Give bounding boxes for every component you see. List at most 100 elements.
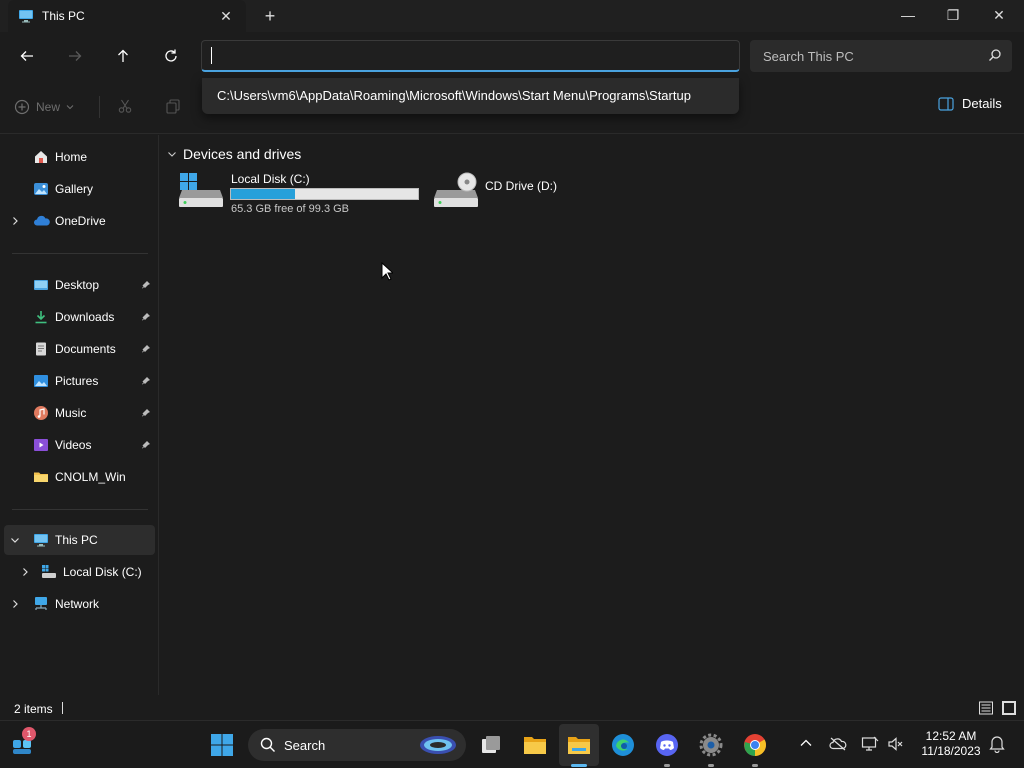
copilot-icon bbox=[418, 734, 458, 759]
chevron-right-icon[interactable] bbox=[20, 566, 30, 580]
sidebar-item-this-pc[interactable]: This PC bbox=[4, 525, 155, 555]
details-button[interactable]: Details bbox=[938, 96, 1002, 111]
drive-usage-bar bbox=[230, 188, 419, 200]
taskbar-settings[interactable] bbox=[695, 729, 727, 761]
group-header-devices[interactable]: Devices and drives bbox=[167, 146, 301, 162]
network-status-icon[interactable] bbox=[861, 736, 879, 755]
sidebar-item-gallery[interactable]: Gallery bbox=[4, 174, 155, 204]
tab-this-pc[interactable]: This PC ✕ bbox=[8, 0, 246, 32]
main-content: Devices and drives Local Disk (C:) 65.3 … bbox=[159, 135, 1024, 695]
drive-cd-d[interactable]: CD Drive (D:) bbox=[433, 172, 583, 212]
system-clock[interactable]: 12:52 AM 11/18/2023 bbox=[912, 729, 990, 759]
taskbar-search[interactable]: Search bbox=[248, 729, 466, 761]
drive-usage-fill bbox=[231, 189, 295, 199]
navigation-bar bbox=[0, 32, 1024, 80]
sidebar-item-desktop[interactable]: Desktop bbox=[4, 270, 155, 300]
music-icon bbox=[33, 405, 49, 424]
sidebar-item-videos[interactable]: Videos bbox=[4, 430, 155, 460]
up-button[interactable] bbox=[111, 44, 135, 68]
taskbar: 1 Search 12:52 AM 11/18/2023 bbox=[0, 720, 1024, 768]
taskbar-chrome[interactable] bbox=[739, 729, 771, 761]
pin-icon[interactable] bbox=[141, 311, 151, 325]
clock-date: 11/18/2023 bbox=[921, 744, 981, 758]
file-explorer-icon bbox=[568, 737, 590, 754]
copy-icon[interactable] bbox=[165, 98, 181, 117]
address-bar[interactable] bbox=[201, 40, 740, 72]
sidebar-item-network[interactable]: Network bbox=[4, 589, 155, 619]
show-hidden-icons-chevron-icon[interactable] bbox=[799, 736, 813, 753]
text-caret bbox=[211, 47, 212, 64]
taskbar-file-explorer-pinned[interactable] bbox=[519, 729, 551, 761]
chevron-right-icon[interactable] bbox=[10, 598, 20, 612]
pin-icon[interactable] bbox=[141, 439, 151, 453]
sidebar-item-label: Local Disk (C:) bbox=[63, 565, 142, 579]
gallery-icon bbox=[33, 181, 49, 200]
new-button-label: New bbox=[36, 100, 61, 114]
sidebar-item-onedrive[interactable]: OneDrive bbox=[4, 206, 155, 236]
forward-button[interactable] bbox=[63, 44, 87, 68]
clock-time: 12:52 AM bbox=[925, 729, 977, 743]
bell-icon[interactable] bbox=[989, 735, 1005, 756]
pin-icon[interactable] bbox=[141, 279, 151, 293]
desktop-icon bbox=[33, 277, 49, 296]
running-app-indicator bbox=[664, 764, 670, 767]
onedrive-offline-icon[interactable] bbox=[829, 736, 847, 755]
maximize-button[interactable]: ❐ bbox=[930, 0, 976, 32]
arrow-right-icon bbox=[69, 51, 82, 61]
sidebar-item-label: Documents bbox=[55, 342, 116, 356]
edge-browser-icon bbox=[612, 734, 634, 756]
taskbar-edge[interactable] bbox=[607, 729, 639, 761]
new-button[interactable]: New bbox=[14, 94, 74, 120]
pin-icon[interactable] bbox=[141, 375, 151, 389]
network-icon bbox=[33, 596, 49, 615]
sidebar-item-cnolm-win[interactable]: CNOLM_Win bbox=[4, 462, 155, 492]
sidebar-item-music[interactable]: Music bbox=[4, 398, 155, 428]
sidebar-item-pictures[interactable]: Pictures bbox=[4, 366, 155, 396]
sidebar-item-documents[interactable]: Documents bbox=[4, 334, 155, 364]
back-button[interactable] bbox=[15, 44, 39, 68]
refresh-button[interactable] bbox=[159, 44, 183, 68]
sidebar-item-label: Network bbox=[55, 597, 100, 611]
add-circle-icon bbox=[14, 99, 30, 115]
sidebar-item-label: This PC bbox=[55, 533, 98, 547]
start-button[interactable] bbox=[206, 729, 238, 761]
pin-icon[interactable] bbox=[141, 407, 151, 421]
details-view-button[interactable] bbox=[978, 700, 994, 716]
sidebar-item-label: Home bbox=[55, 150, 88, 164]
cut-icon[interactable] bbox=[117, 98, 133, 117]
sidebar-item-home[interactable]: Home bbox=[4, 142, 155, 172]
folder-icon bbox=[33, 469, 49, 488]
taskbar-discord[interactable] bbox=[651, 729, 683, 761]
new-tab-button[interactable]: + bbox=[260, 6, 280, 26]
drive-local-disk-c[interactable]: Local Disk (C:) 65.3 GB free of 99.3 GB bbox=[178, 172, 423, 218]
arrow-up-icon bbox=[118, 49, 128, 62]
minimize-button[interactable]: — bbox=[885, 0, 931, 32]
task-view-button[interactable] bbox=[475, 729, 507, 761]
search-input[interactable] bbox=[750, 40, 1012, 72]
taskbar-file-explorer-active[interactable] bbox=[563, 729, 595, 761]
gear-icon bbox=[699, 733, 723, 757]
title-bar: This PC ✕ + — ❐ ✕ bbox=[0, 0, 1024, 32]
chevron-right-icon[interactable] bbox=[10, 215, 20, 229]
running-app-indicator bbox=[752, 764, 758, 767]
chevron-down-icon bbox=[66, 105, 74, 110]
address-input[interactable] bbox=[202, 41, 739, 70]
search-box[interactable] bbox=[750, 40, 1012, 72]
drive-icon bbox=[41, 564, 57, 583]
arrow-left-icon bbox=[20, 51, 33, 61]
pin-icon[interactable] bbox=[141, 343, 151, 357]
drive-label: CD Drive (D:) bbox=[485, 179, 557, 193]
sidebar-item-label: Desktop bbox=[55, 278, 100, 292]
sidebar-item-downloads[interactable]: Downloads bbox=[4, 302, 155, 332]
sidebar-item-label: Gallery bbox=[55, 182, 94, 196]
volume-muted-icon[interactable] bbox=[887, 736, 905, 755]
group-title: Devices and drives bbox=[183, 146, 302, 162]
close-window-button[interactable]: ✕ bbox=[976, 0, 1022, 32]
sidebar-divider bbox=[12, 509, 148, 510]
close-tab-button[interactable]: ✕ bbox=[218, 8, 234, 24]
chevron-down-icon[interactable] bbox=[10, 534, 20, 548]
large-icons-view-button[interactable] bbox=[1001, 700, 1017, 716]
sidebar-item-local-disk[interactable]: Local Disk (C:) bbox=[4, 557, 155, 587]
address-suggestion-item[interactable]: C:\Users\vm6\AppData\Roaming\Microsoft\W… bbox=[217, 88, 730, 103]
download-icon bbox=[33, 309, 49, 328]
